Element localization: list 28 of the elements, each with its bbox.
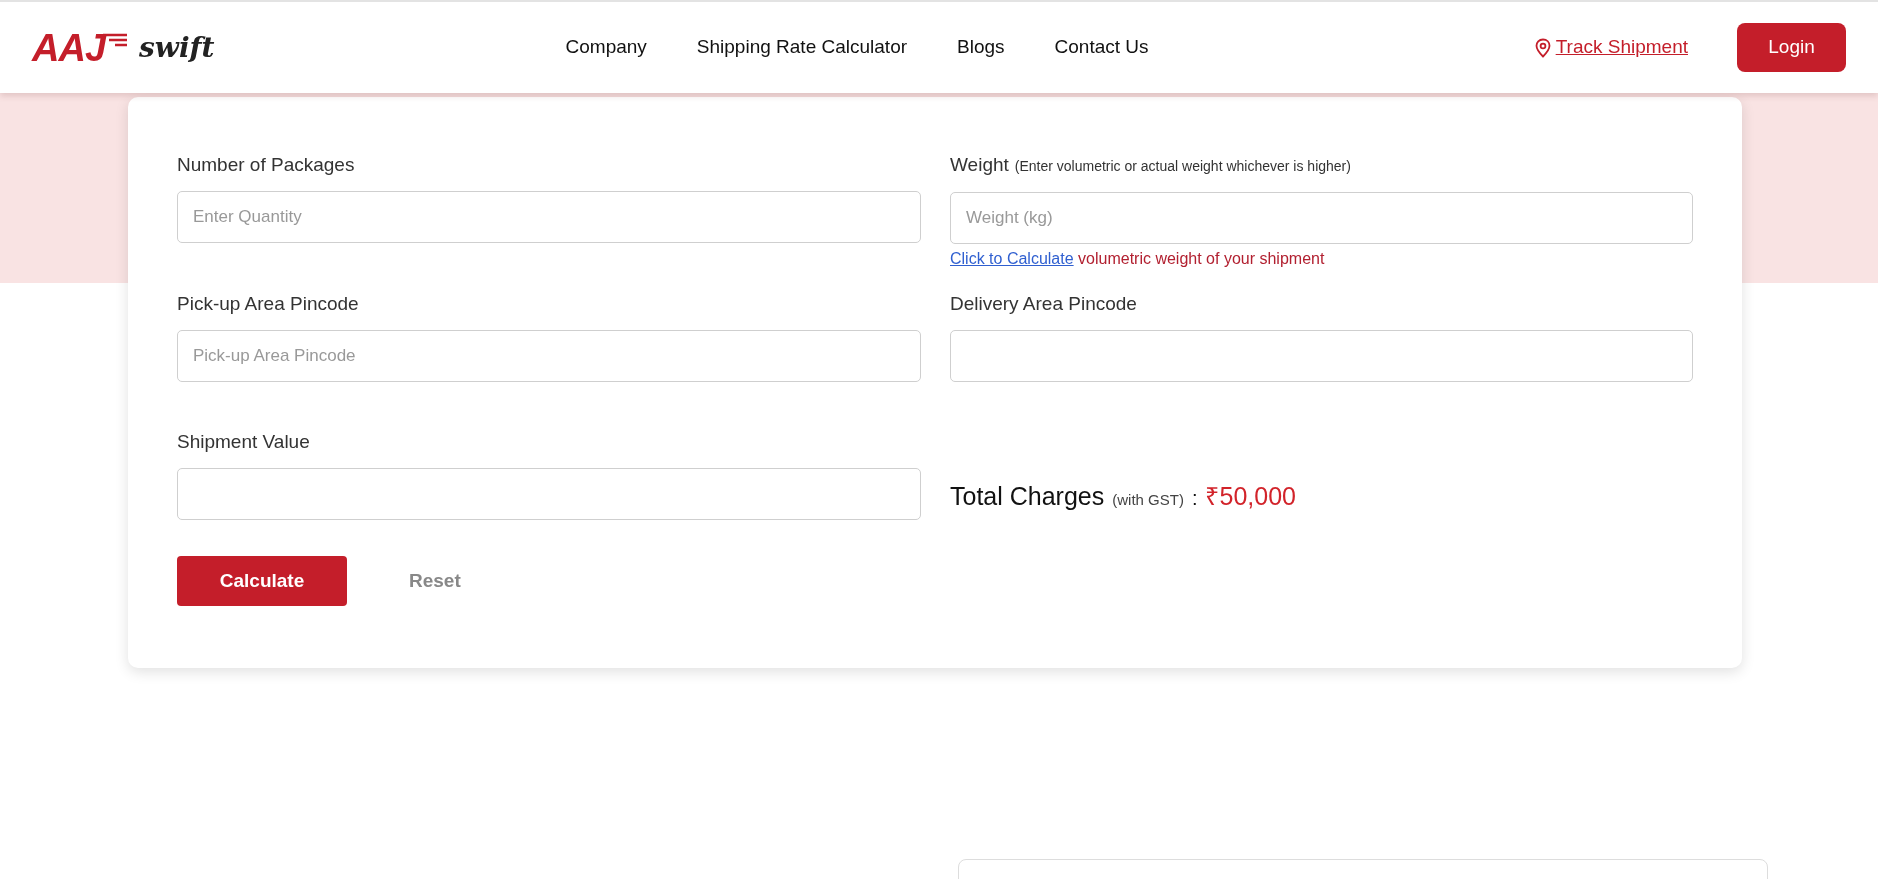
- input-field[interactable]: [177, 468, 921, 520]
- nav-link[interactable]: Blogs: [957, 33, 1005, 62]
- login-button[interactable]: Login: [1737, 23, 1846, 72]
- nav-link[interactable]: Contact Us: [1054, 33, 1149, 62]
- field-label: Pick-up Area Pincode: [177, 293, 359, 314]
- total-label: Total Charges: [950, 481, 1105, 512]
- field-hint: (Enter volumetric or actual weight whichever is higher): [1014, 158, 1351, 174]
- field-label: Shipment Value: [177, 431, 310, 452]
- input-field[interactable]: [950, 330, 1693, 382]
- field-label: Weight: [950, 154, 1009, 175]
- help-text: Click to Calculate volumetric weight of your shipment: [950, 250, 1325, 267]
- calculate-button[interactable]: Calculate: [177, 556, 347, 606]
- track-shipment-link[interactable]: Track Shipment: [1555, 33, 1688, 62]
- logo-text[interactable]: swift: [139, 33, 215, 62]
- input-field[interactable]: Enter Quantity: [177, 191, 921, 243]
- location-pin-icon: [1533, 37, 1552, 58]
- nav-link[interactable]: Shipping Rate Calculator: [696, 33, 908, 62]
- input-field[interactable]: Weight (kg): [950, 192, 1693, 244]
- nav-link[interactable]: Company: [565, 33, 647, 62]
- field-label: Number of Packages: [177, 154, 355, 175]
- total-amount: ₹50,000: [1205, 481, 1296, 512]
- field-label: Delivery Area Pincode: [950, 293, 1137, 314]
- logo-text[interactable]: AAJ: [32, 28, 106, 67]
- total-note: (with GST): [1112, 490, 1184, 510]
- reset-button[interactable]: Reset: [387, 556, 483, 606]
- input-field[interactable]: Pick-up Area Pincode: [177, 330, 921, 382]
- separator: :: [1191, 486, 1198, 511]
- calculate-link[interactable]: Click to Calculate: [950, 250, 1074, 267]
